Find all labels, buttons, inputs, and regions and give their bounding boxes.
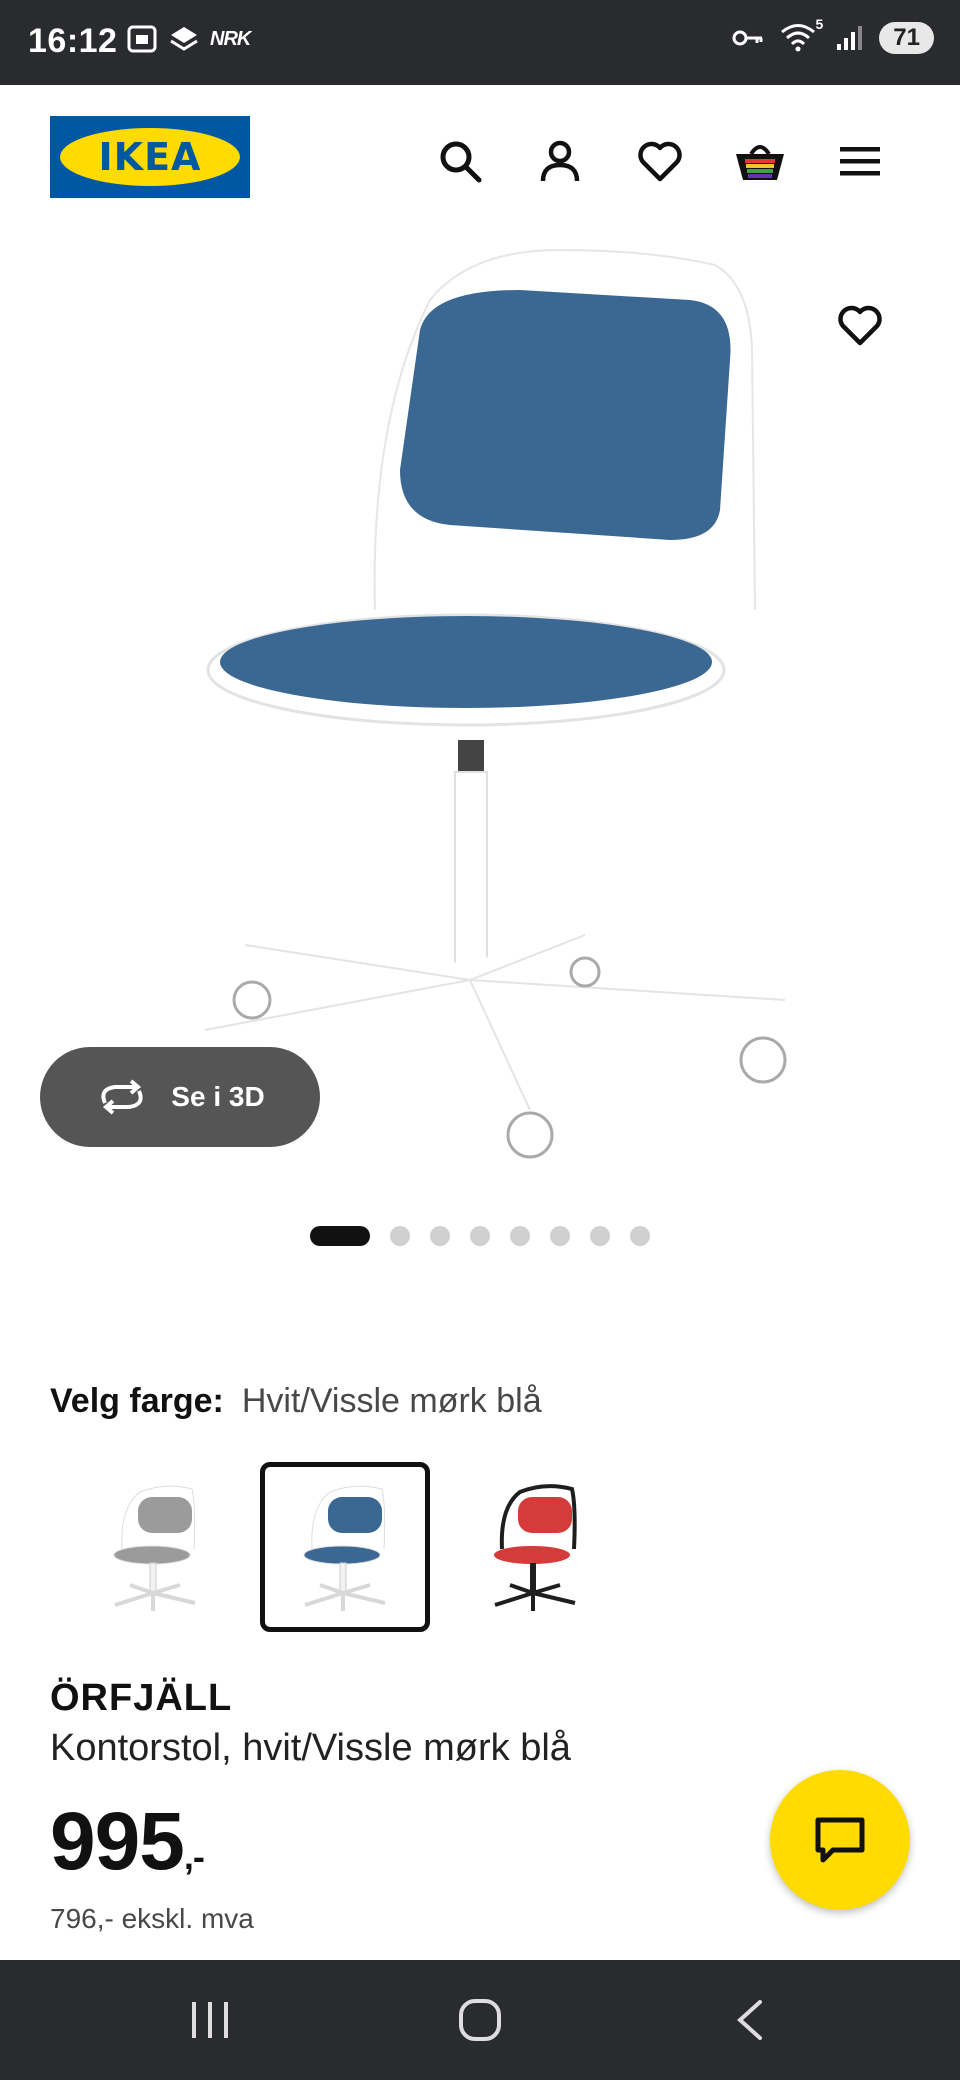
carousel-dot[interactable] xyxy=(630,1226,650,1246)
chat-button[interactable] xyxy=(770,1770,910,1910)
product-description: Kontorstol, hvit/Vissle mørk blå xyxy=(50,1727,571,1769)
carousel-dot[interactable] xyxy=(590,1226,610,1246)
menu-button[interactable] xyxy=(832,133,888,189)
color-swatches xyxy=(70,1462,620,1632)
wishlist-button[interactable] xyxy=(632,133,688,189)
favorite-heart-icon xyxy=(838,305,882,346)
site-header: IKEA xyxy=(0,85,960,235)
recent-apps-icon xyxy=(192,2002,228,2038)
wifi-badge: 5 xyxy=(815,16,824,32)
chair-thumbnail-red xyxy=(494,1484,577,1611)
shopping-cart-icon xyxy=(736,145,784,180)
view-in-3d-label: Se i 3D xyxy=(171,1081,265,1112)
price-main: 995 xyxy=(50,1796,185,1887)
product-price: 995,- xyxy=(50,1795,205,1889)
carousel-dot[interactable] xyxy=(390,1226,410,1246)
carousel-dot[interactable] xyxy=(310,1226,370,1246)
color-swatch-red[interactable] xyxy=(450,1462,620,1632)
carousel-dot[interactable] xyxy=(470,1226,490,1246)
color-swatch-dark-blue[interactable] xyxy=(260,1462,430,1632)
nrk-app-icon: NRK xyxy=(210,27,251,50)
rotate-3d-icon xyxy=(101,1079,143,1115)
image-carousel-dots xyxy=(0,1226,960,1246)
wishlist-heart-icon xyxy=(638,141,682,182)
selected-color-value: Hvit/Vissle mørk blå xyxy=(241,1382,542,1420)
system-navigation-bar xyxy=(0,1960,960,2080)
wifi-icon: 5 xyxy=(779,16,823,54)
cart-button[interactable] xyxy=(732,133,788,189)
status-system-icons: 5 71 xyxy=(731,16,934,54)
signal-icon xyxy=(837,26,863,50)
status-notification-icons: NRK xyxy=(126,24,251,54)
home-icon xyxy=(459,1999,501,2041)
search-button[interactable] xyxy=(432,133,488,189)
color-swatch-grey[interactable] xyxy=(70,1462,240,1632)
view-in-3d-button[interactable]: Se i 3D xyxy=(40,1047,320,1147)
status-bar: 16:12 NRK 5 71 xyxy=(0,0,960,85)
ikea-logo[interactable]: IKEA xyxy=(50,116,250,198)
battery-indicator: 71 xyxy=(879,22,934,54)
screenshot-icon xyxy=(127,25,157,53)
price-suffix: ,- xyxy=(183,1836,205,1877)
carousel-dot[interactable] xyxy=(430,1226,450,1246)
color-label: Velg farge: xyxy=(50,1382,224,1420)
logo-text: IKEA xyxy=(98,135,202,179)
search-icon xyxy=(440,141,482,183)
status-time: 16:12 xyxy=(28,22,118,60)
recent-apps-button[interactable] xyxy=(175,1990,245,2050)
back-button[interactable] xyxy=(715,1990,785,2050)
add-to-favorites-button[interactable] xyxy=(830,295,890,355)
chair-thumbnail-grey xyxy=(113,1484,197,1611)
chat-bubble-icon xyxy=(815,1817,865,1863)
key-icon xyxy=(732,30,763,46)
layers-icon xyxy=(170,27,198,51)
product-name: ÖRFJÄLL xyxy=(50,1677,233,1719)
carousel-dot[interactable] xyxy=(550,1226,570,1246)
account-button[interactable] xyxy=(532,133,588,189)
back-icon xyxy=(737,2000,762,2040)
home-button[interactable] xyxy=(445,1990,515,2050)
chair-thumbnail-blue xyxy=(303,1484,387,1611)
logo-oval: IKEA xyxy=(60,128,240,186)
carousel-dot[interactable] xyxy=(510,1226,530,1246)
account-icon xyxy=(540,140,580,182)
color-selector-label: Velg farge: Hvit/Vissle mørk blå xyxy=(50,1382,542,1421)
price-excluding-vat: 796,- ekskl. mva xyxy=(50,1903,254,1934)
menu-hamburger-icon xyxy=(840,147,880,176)
